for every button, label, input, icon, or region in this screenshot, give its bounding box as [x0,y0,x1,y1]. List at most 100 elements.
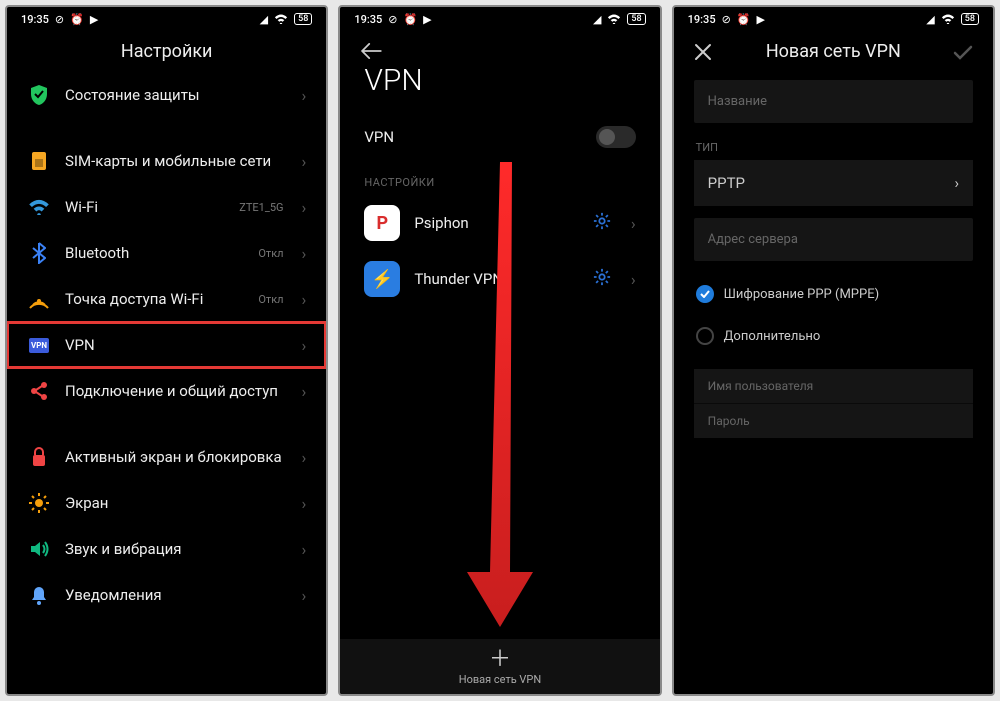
chevron-right-icon: › [302,244,307,263]
sound-icon [27,540,51,558]
page-header [340,29,659,51]
gear-icon[interactable] [593,268,611,290]
vpn-list-screen: 19:35 ⊘ ⏰ ▶ ◢ 58 VPN VPN НАСТРОЙКИ P Psi… [338,5,661,696]
bell-icon [27,585,51,605]
confirm-button[interactable] [953,45,973,65]
checkbox-checked-icon [696,285,714,303]
advanced-label: Дополнительно [724,329,821,344]
vpn-type-select[interactable]: PPTP › [694,160,973,206]
dnd-icon: ⊘ [722,13,731,26]
vpn-app-label: Thunder VPN [414,270,579,288]
username-input[interactable]: Имя пользователя [694,369,973,404]
new-vpn-screen: 19:35 ⊘ ⏰ ▶ ◢ 58 Новая сеть VPN Название… [672,5,995,696]
settings-row-value: Откл [258,247,283,260]
status-time: 19:35 [354,13,382,26]
settings-row-wifi[interactable]: Wi-Fi ZTE1_5G › [7,184,326,230]
plus-icon: ＋ [489,649,511,671]
alarm-icon: ⏰ [403,13,417,26]
wifi-icon [941,14,955,24]
settings-row-label: Состояние защиты [65,86,288,105]
signal-icon: ◢ [593,13,601,26]
type-label: ТИП [674,131,993,156]
vpn-section-label: НАСТРОЙКИ [340,162,659,195]
youtube-icon: ▶ [90,13,98,26]
signal-icon: ◢ [926,13,934,26]
settings-row-shield[interactable]: Состояние защиты › [7,72,326,118]
settings-row-lock[interactable]: Активный экран и блокировка › [7,434,326,480]
vpn-icon: VPN [27,338,51,353]
battery-icon: 58 [627,13,645,25]
chevron-right-icon: › [302,86,307,105]
chevron-right-icon: › [302,448,307,467]
settings-row-hotspot[interactable]: Точка доступа Wi-Fi Откл › [7,276,326,322]
gear-icon[interactable] [593,212,611,234]
chevron-right-icon: › [302,198,307,217]
vpn-toggle-label: VPN [364,128,394,146]
vpn-name-input[interactable]: Название [694,80,973,123]
vpn-app-row[interactable]: ⚡ Thunder VPN › [340,251,659,307]
status-bar: 19:35 ⊘ ⏰ ▶ ◢ 58 [7,7,326,29]
settings-row-sound[interactable]: Звук и вибрация › [7,526,326,572]
encryption-checkbox-row[interactable]: Шифрование PPP (MPPE) [674,269,993,311]
status-bar: 19:35 ⊘ ⏰ ▶ ◢ 58 [674,7,993,29]
wifi-icon [274,14,288,24]
settings-row-sim[interactable]: SIM-карты и мобильные сети › [7,138,326,184]
settings-row-label: VPN [65,336,288,355]
bluetooth-icon [27,242,51,264]
back-button[interactable] [360,43,382,63]
settings-row-label: Подключение и общий доступ [65,382,288,401]
dnd-icon: ⊘ [388,13,397,26]
settings-screen: 19:35 ⊘ ⏰ ▶ ◢ 58 Настройки Состояние защ… [5,5,328,696]
settings-list: Состояние защиты › SIM-карты и мобильные… [7,72,326,694]
sim-icon [27,151,51,171]
vpn-master-toggle-row[interactable]: VPN [340,116,659,162]
vpn-app-list: P Psiphon › ⚡ Thunder VPN › [340,195,659,307]
page-header: Настройки [7,29,326,72]
status-time: 19:35 [688,13,716,26]
brightness-icon [27,492,51,514]
add-vpn-button[interactable]: ＋ Новая сеть VPN [340,639,659,694]
settings-row-label: Экран [65,494,288,513]
settings-row-bell[interactable]: Уведомления › [7,572,326,618]
chevron-right-icon: › [302,540,307,559]
chevron-right-icon: › [631,214,636,233]
settings-row-value: Откл [258,293,283,306]
share-icon [27,381,51,401]
settings-row-label: Bluetooth [65,244,244,263]
alarm-icon: ⏰ [70,13,84,26]
vpn-app-row[interactable]: P Psiphon › [340,195,659,251]
battery-icon: 58 [961,13,979,25]
signal-icon: ◢ [260,13,268,26]
server-address-input[interactable]: Адрес сервера [694,218,973,261]
shield-icon [27,84,51,106]
page-title: Настройки [121,41,213,62]
chevron-right-icon: › [302,152,307,171]
settings-row-label: Уведомления [65,586,288,605]
settings-row-label: Точка доступа Wi-Fi [65,290,244,309]
chevron-right-icon: › [302,336,307,355]
vpn-toggle[interactable] [596,126,636,148]
youtube-icon: ▶ [423,13,431,26]
chevron-right-icon: › [954,174,959,192]
settings-row-label: Wi-Fi [65,198,225,217]
checkbox-unchecked-icon [696,327,714,345]
chevron-right-icon: › [302,290,307,309]
chevron-right-icon: › [631,270,636,289]
chevron-right-icon: › [302,586,307,605]
hotspot-icon [27,289,51,309]
status-bar: 19:35 ⊘ ⏰ ▶ ◢ 58 [340,7,659,29]
chevron-right-icon: › [302,494,307,513]
lock-icon [27,447,51,467]
settings-row-label: Активный экран и блокировка [65,448,288,467]
settings-row-bluetooth[interactable]: Bluetooth Откл › [7,230,326,276]
password-input[interactable]: Пароль [694,404,973,438]
status-time: 19:35 [21,13,49,26]
advanced-checkbox-row[interactable]: Дополнительно [674,311,993,353]
settings-row-share[interactable]: Подключение и общий доступ › [7,368,326,414]
vpn-app-label: Psiphon [414,214,579,232]
close-button[interactable] [694,43,712,65]
settings-row-vpn[interactable]: VPN VPN › [7,322,326,368]
alarm-icon: ⏰ [737,13,751,26]
vpn-page-title: VPN [340,51,659,116]
settings-row-brightness[interactable]: Экран › [7,480,326,526]
